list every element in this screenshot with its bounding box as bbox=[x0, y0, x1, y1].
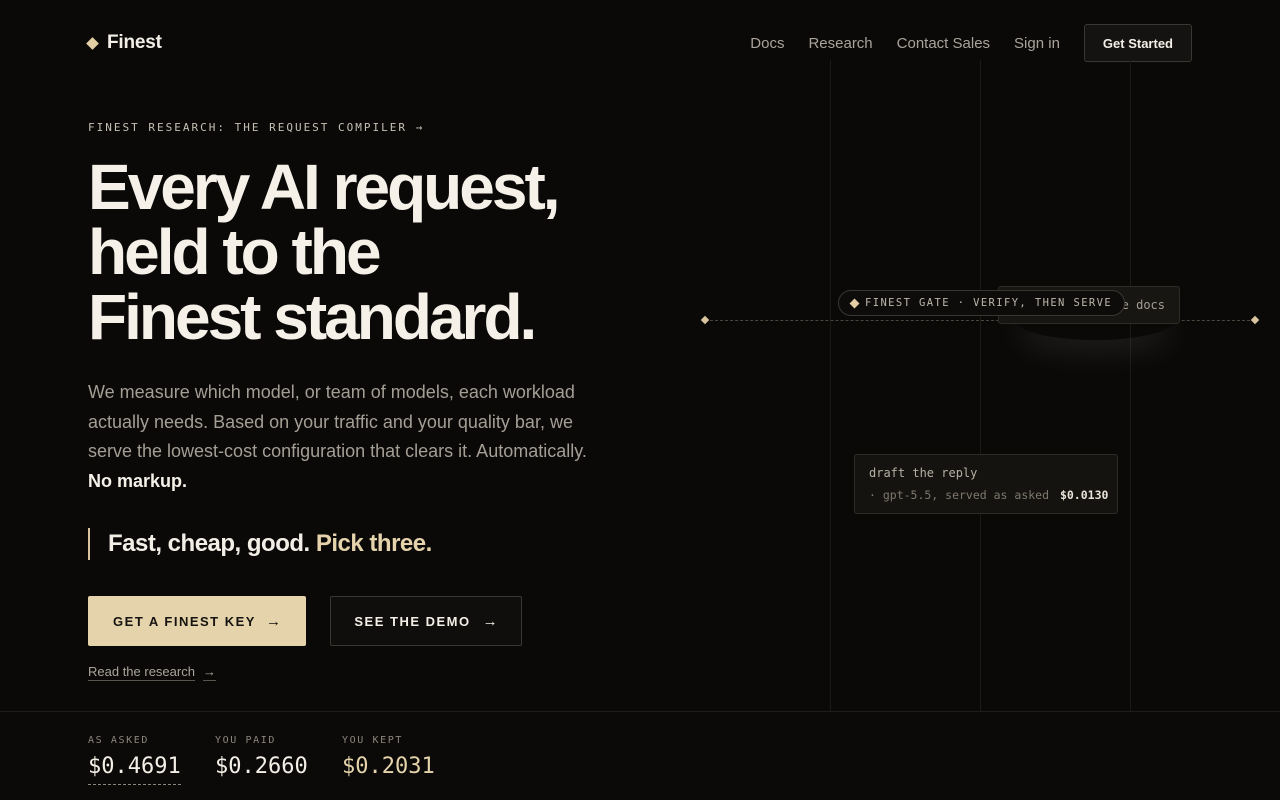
pull-quote: Fast, cheap, good. Pick three. bbox=[88, 528, 432, 560]
request-price: $0.0130 bbox=[1059, 488, 1109, 502]
stat-label: AS ASKED bbox=[88, 735, 149, 746]
pull-accent: Pick three. bbox=[315, 530, 432, 557]
stat-you-kept: YOU KEPT $0.2031 bbox=[342, 735, 435, 782]
primary-button-label: GET A FINEST KEY bbox=[113, 613, 256, 629]
stats-bar bbox=[0, 711, 1280, 800]
stat-as-asked: AS ASKED $0.4691 bbox=[88, 735, 181, 785]
brand-name: Finest bbox=[107, 32, 162, 53]
gate-start-marker bbox=[700, 315, 710, 325]
top-nav: Docs Research Contact Sales Sign in Get … bbox=[726, 24, 1192, 62]
grid-line bbox=[1130, 60, 1131, 712]
get-started-button[interactable]: Get Started bbox=[1083, 24, 1192, 62]
read-research-link[interactable]: Read the research → bbox=[88, 664, 216, 681]
stat-value[interactable]: $0.4691 bbox=[88, 752, 181, 785]
stat-you-paid: YOU PAID $0.2660 bbox=[215, 735, 308, 782]
request-detail-line: · gpt-5.5, served as asked $0.0130 bbox=[869, 487, 1108, 503]
arrow-right-icon: → bbox=[265, 612, 281, 630]
diamond-icon bbox=[849, 298, 860, 308]
brand-logo[interactable]: Finest bbox=[86, 32, 162, 54]
pull-main: Fast, cheap, good. bbox=[108, 530, 310, 557]
docs-card-text: e docs bbox=[1121, 298, 1165, 312]
stat-value: $0.2031 bbox=[342, 754, 435, 779]
eyebrow-link[interactable]: FINEST RESEARCH: THE REQUEST COMPILER → bbox=[88, 121, 424, 134]
request-title: draft the reply bbox=[869, 466, 978, 480]
diamond-icon bbox=[86, 36, 99, 50]
nav-docs[interactable]: Docs bbox=[750, 35, 784, 52]
nav-sign-in[interactable]: Sign in bbox=[1014, 35, 1060, 52]
request-detail: · gpt-5.5, served as asked bbox=[869, 488, 1050, 502]
hero-lead: We measure which model, or team of model… bbox=[88, 378, 608, 496]
request-card: draft the reply · gpt-5.5, served as ask… bbox=[854, 454, 1118, 514]
lead-strong: No markup. bbox=[88, 470, 188, 491]
arrow-right-icon: → bbox=[482, 612, 498, 630]
gate-end-marker bbox=[1250, 315, 1260, 325]
nav-contact-sales[interactable]: Contact Sales bbox=[897, 35, 990, 52]
stat-label: YOU KEPT bbox=[342, 735, 403, 746]
stat-label: YOU PAID bbox=[215, 735, 276, 746]
secondary-button-label: SEE THE DEMO bbox=[354, 613, 471, 629]
get-finest-key-button[interactable]: GET A FINEST KEY → bbox=[88, 596, 306, 646]
hero-headline: Every AI request, held to the Finest sta… bbox=[88, 155, 648, 350]
read-research-label: Read the research bbox=[88, 664, 195, 681]
gate-label: FINEST GATE · VERIFY, THEN SERVE bbox=[865, 297, 1113, 309]
stat-value: $0.2660 bbox=[215, 754, 308, 779]
headline-line-3: Finest standard. bbox=[88, 281, 537, 353]
arrow-right-icon: → bbox=[202, 664, 216, 681]
finest-gate-badge: FINEST GATE · VERIFY, THEN SERVE bbox=[838, 290, 1126, 316]
grid-line bbox=[980, 60, 981, 712]
nav-research[interactable]: Research bbox=[808, 35, 872, 52]
lead-text: We measure which model, or team of model… bbox=[88, 382, 587, 461]
headline-line-1: Every AI request, bbox=[88, 151, 561, 223]
see-demo-button[interactable]: SEE THE DEMO → bbox=[330, 596, 522, 646]
headline-line-2: held to the bbox=[88, 216, 382, 288]
grid-line bbox=[830, 60, 831, 712]
